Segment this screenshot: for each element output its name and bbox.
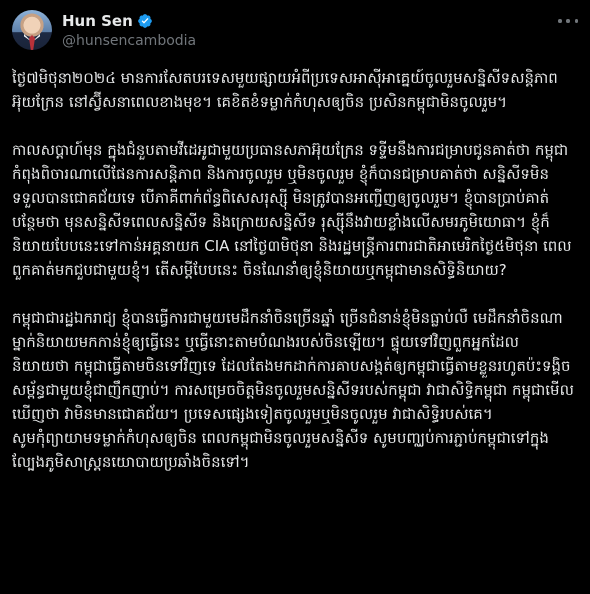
author-display-name[interactable]: Hun Sen	[62, 12, 133, 30]
more-options-icon[interactable]	[558, 14, 578, 28]
tweet-paragraph: កាលសប្តាហ៍មុន ក្នុងជំនួបតាមវីដេអូជាមួយប្…	[12, 141, 572, 279]
tweet-paragraph: កម្ពុជាជារដ្ឋឯករាជ្យ ខ្ញុំបានធ្វើការជាមួ…	[12, 309, 574, 423]
more-dot	[574, 19, 578, 23]
more-dot	[566, 19, 570, 23]
author-names: Hun Sen @hunsencambodia	[62, 10, 196, 50]
tweet: Hun Sen @hunsencambodia ថ្ងៃ៧មិថុនា២០២៤ …	[0, 0, 590, 594]
tweet-paragraph: ថ្ងៃ៧មិថុនា២០២៤ មានការសែតបរទេសមួយផ្សាយអំ…	[12, 69, 558, 111]
tweet-header: Hun Sen @hunsencambodia	[12, 10, 578, 58]
avatar-tie	[29, 35, 35, 50]
name-row: Hun Sen	[62, 11, 196, 31]
tweet-body: ថ្ងៃ៧មិថុនា២០២៤ មានការសែតបរទេសមួយផ្សាយអំ…	[12, 66, 574, 474]
author-handle[interactable]: @hunsencambodia	[62, 32, 196, 50]
more-dot	[558, 19, 562, 23]
verified-badge-icon	[137, 14, 152, 28]
tweet-paragraph: សូមកុំព្យាយាមទម្លាក់កំហុសឲ្យចិន ពេលកម្ពុ…	[12, 429, 549, 471]
avatar[interactable]	[12, 10, 52, 50]
